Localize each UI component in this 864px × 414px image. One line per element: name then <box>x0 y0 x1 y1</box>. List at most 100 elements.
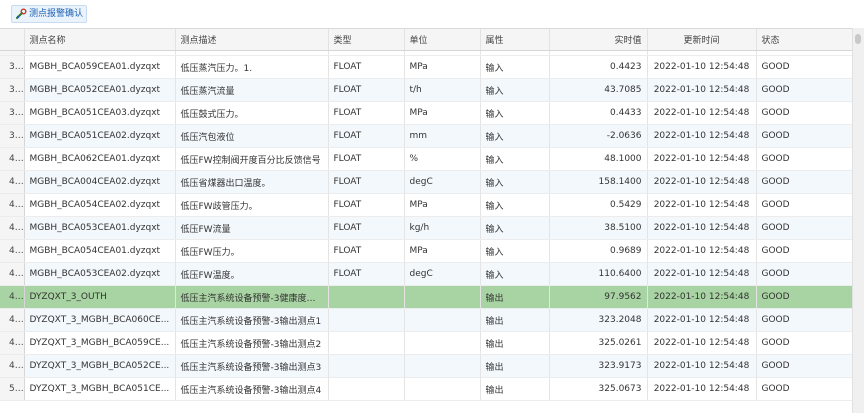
cell-unit: MPa <box>404 101 481 125</box>
cell-status: GOOD <box>756 239 853 263</box>
cell-type: FLOAT <box>328 239 405 263</box>
cell-time: 2022-01-10 12:54:48 <box>647 239 757 263</box>
cell-status: GOOD <box>756 308 853 332</box>
table-row[interactable]: 43 MGBH_BCA053CEA01.dyzqxt 低压FW流量 FLOAT kg/h… <box>0 216 853 240</box>
scrollbar-thumb[interactable] <box>855 34 861 44</box>
cell-idx: 44 <box>0 239 25 263</box>
cell-attr: 输入 <box>480 170 550 194</box>
header-unit[interactable]: 单位 <box>404 29 481 51</box>
cell-unit <box>404 308 481 332</box>
cell-time: 2022-01-10 12:54:48 <box>647 285 757 309</box>
cell-value: 325.0261 <box>549 331 648 355</box>
points-grid: 测点名称 测点描述 类型 单位 属性 实时值 更新时间 状态 36 MGBH_BC… <box>0 28 853 414</box>
wrench-icon <box>16 8 27 19</box>
table-row[interactable]: 41 MGBH_BCA004CEA02.dyzqxt 低压省煤器出口温度。 FLOAT… <box>0 170 853 194</box>
cell-unit: degC <box>404 262 481 286</box>
cell-idx: 38 <box>0 101 25 125</box>
toolbar: 测点报警确认 <box>0 0 864 27</box>
cell-desc: 低压主汽系统设备预警-3输出测点4 <box>175 377 329 401</box>
table-row[interactable]: 39 MGBH_BCA051CEA02.dyzqxt 低压汽包液位 FLOAT mm 输入… <box>0 124 853 148</box>
cell-status: GOOD <box>756 331 853 355</box>
cell-desc: 低压FW控制阀开度百分比反馈信号 <box>175 147 329 171</box>
table-row[interactable]: 40 MGBH_BCA062CEA01.dyzqxt 低压FW控制阀开度百分比反馈信… <box>0 147 853 171</box>
header-status[interactable]: 状态 <box>756 29 853 51</box>
cell-attr: 输出 <box>480 354 550 378</box>
cell-desc: 低压主汽系统设备预警-3输出测点3 <box>175 354 329 378</box>
header-row: 测点名称 测点描述 类型 单位 属性 实时值 更新时间 状态 <box>0 29 853 51</box>
cell-attr: 输入 <box>480 193 550 217</box>
cell-attr: 输入 <box>480 239 550 263</box>
vertical-scrollbar[interactable] <box>852 28 864 413</box>
table-row[interactable]: 50 DYZQXT_3_MGBH_BCA051CE... 低压主汽系统设备预警-3输… <box>0 377 853 401</box>
cell-unit: t/h <box>404 78 481 102</box>
cell-value: 48.1000 <box>549 147 648 171</box>
cell-type <box>328 308 405 332</box>
table-row[interactable]: 42 MGBH_BCA054CEA02.dyzqxt 低压FW歧管压力。 FLOAT M… <box>0 193 853 217</box>
cell-attr: 输入 <box>480 78 550 102</box>
header-desc[interactable]: 测点描述 <box>175 29 329 51</box>
table-row[interactable]: 38 MGBH_BCA051CEA03.dyzqxt 低压鼓式压力。 FLOAT MPa… <box>0 101 853 125</box>
cell-time: 2022-01-10 12:54:48 <box>647 308 757 332</box>
cell-status: GOOD <box>756 193 853 217</box>
cell-time: 2022-01-10 12:54:48 <box>647 331 757 355</box>
cell-desc: 低压省煤器出口温度。 <box>175 170 329 194</box>
cell-status: GOOD <box>756 78 853 102</box>
cell-name: MGBH_BCA062CEA01.dyzqxt <box>24 147 176 171</box>
header-type[interactable]: 类型 <box>328 29 405 51</box>
alarm-confirm-button[interactable]: 测点报警确认 <box>11 5 88 23</box>
cell-status: GOOD <box>756 377 853 401</box>
cell-idx: 39 <box>0 124 25 148</box>
cell-time: 2022-01-10 12:54:48 <box>647 78 757 102</box>
table-row[interactable]: 48 DYZQXT_3_MGBH_BCA059CE... 低压主汽系统设备预警-3输… <box>0 331 853 355</box>
cell-value: 323.9173 <box>549 354 648 378</box>
table-row[interactable]: 44 MGBH_BCA054CEA01.dyzqxt 低压FW压力。 FLOAT MPa… <box>0 239 853 263</box>
cell-idx: 40 <box>0 147 25 171</box>
cell-attr: 输入 <box>480 262 550 286</box>
cell-name: MGBH_BCA059CEA01.dyzqxt <box>24 55 176 79</box>
cell-attr: 输入 <box>480 124 550 148</box>
header-attr[interactable]: 属性 <box>480 29 550 51</box>
table-row[interactable]: 47 DYZQXT_3_MGBH_BCA060CE... 低压主汽系统设备预警-3输… <box>0 308 853 332</box>
table-row[interactable]: 49 DYZQXT_3_MGBH_BCA052CE... 低压主汽系统设备预警-3输… <box>0 354 853 378</box>
table-row[interactable]: 45 MGBH_BCA053CEA02.dyzqxt 低压FW温度。 FLOAT deg… <box>0 262 853 286</box>
table-row[interactable]: 36 MGBH_BCA059CEA01.dyzqxt 低压蒸汽压力。1. FLOAT M… <box>0 55 853 79</box>
cell-type: FLOAT <box>328 101 405 125</box>
table-row[interactable]: 46 DYZQXT_3_OUTH 低压主汽系统设备预警-3健康度输... 输出 97.9… <box>0 285 853 309</box>
cell-status: GOOD <box>756 101 853 125</box>
cell-value: 0.5429 <box>549 193 648 217</box>
header-value[interactable]: 实时值 <box>549 29 648 51</box>
cell-type: FLOAT <box>328 262 405 286</box>
cell-desc: 低压鼓式压力。 <box>175 101 329 125</box>
cell-status: GOOD <box>756 216 853 240</box>
cell-value: 110.6400 <box>549 262 648 286</box>
cell-time: 2022-01-10 12:54:48 <box>647 55 757 79</box>
cell-desc: 低压主汽系统设备预警-3健康度输... <box>175 285 329 309</box>
table-body: 36 MGBH_BCA059CEA01.dyzqxt 低压蒸汽压力。1. FLOAT M… <box>0 50 853 401</box>
cell-desc: 低压汽包液位 <box>175 124 329 148</box>
cell-name: DYZQXT_3_MGBH_BCA060CE... <box>24 308 176 332</box>
cell-desc: 低压主汽系统设备预警-3输出测点2 <box>175 331 329 355</box>
cell-desc: 低压蒸汽流量 <box>175 78 329 102</box>
header-time[interactable]: 更新时间 <box>647 29 757 51</box>
table-row[interactable]: 37 MGBH_BCA052CEA01.dyzqxt 低压蒸汽流量 FLOAT t/h 输… <box>0 78 853 102</box>
cell-time: 2022-01-10 12:54:48 <box>647 262 757 286</box>
alarm-confirm-label: 测点报警确认 <box>29 9 84 19</box>
cell-value: -2.0636 <box>549 124 648 148</box>
cell-name: MGBH_BCA051CEA03.dyzqxt <box>24 101 176 125</box>
cell-unit <box>404 354 481 378</box>
cell-value: 0.4423 <box>549 55 648 79</box>
header-name[interactable]: 测点名称 <box>24 29 176 51</box>
cell-desc: 低压FW歧管压力。 <box>175 193 329 217</box>
cell-value: 97.9562 <box>549 285 648 309</box>
cell-time: 2022-01-10 12:54:48 <box>647 193 757 217</box>
cell-attr: 输出 <box>480 331 550 355</box>
cell-attr: 输入 <box>480 55 550 79</box>
cell-type: FLOAT <box>328 55 405 79</box>
cell-name: MGBH_BCA053CEA01.dyzqxt <box>24 216 176 240</box>
cell-idx: 36 <box>0 55 25 79</box>
cell-attr: 输出 <box>480 308 550 332</box>
cell-desc: 低压FW压力。 <box>175 239 329 263</box>
cell-name: MGBH_BCA054CEA01.dyzqxt <box>24 239 176 263</box>
cell-type <box>328 354 405 378</box>
cell-time: 2022-01-10 12:54:48 <box>647 216 757 240</box>
